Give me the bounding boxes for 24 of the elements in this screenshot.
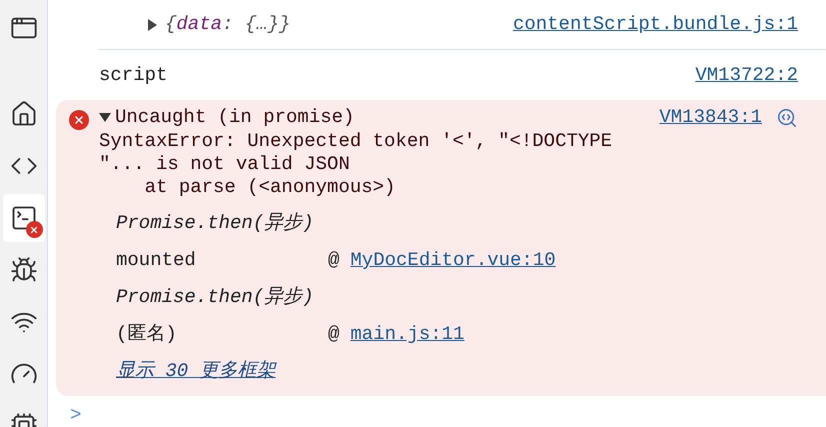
error-icon	[69, 110, 89, 130]
source-link[interactable]: VM13722:2	[695, 64, 798, 86]
async-label: Promise.then(异步)	[116, 212, 314, 235]
log-text: script	[99, 64, 168, 86]
source-link[interactable]: contentScript.bundle.js:1	[512, 13, 798, 36]
function-name: (匿名)	[116, 323, 178, 346]
home-icon	[10, 100, 38, 128]
at-sign: @	[328, 249, 340, 272]
show-more-link[interactable]: 显示 30 更多框架	[116, 360, 276, 383]
source-link[interactable]: MyDocEditor.vue:10	[350, 249, 556, 272]
object-preview[interactable]: {data: {…}}	[165, 13, 290, 36]
source-link[interactable]: VM13843:1	[659, 106, 762, 129]
expand-arrow-icon[interactable]	[148, 18, 157, 30]
terminal-icon	[10, 204, 38, 232]
source-link[interactable]: main.js:11	[350, 323, 464, 346]
function-name: mounted	[116, 249, 197, 272]
expand-arrow-icon[interactable]	[99, 113, 111, 122]
error-text: SyntaxError: Unexpected token '<', "<!DOCTYPE "... is not valid JSON at parse (<anonymous>)	[99, 130, 614, 199]
bug-icon	[10, 256, 38, 284]
sidebar-item[interactable]	[2, 194, 44, 242]
at-sign: @	[328, 323, 340, 346]
error-title: Uncaught (in promise)	[115, 106, 354, 129]
search-icon[interactable]	[776, 106, 798, 128]
async-label: Promise.then(异步)	[116, 286, 314, 309]
